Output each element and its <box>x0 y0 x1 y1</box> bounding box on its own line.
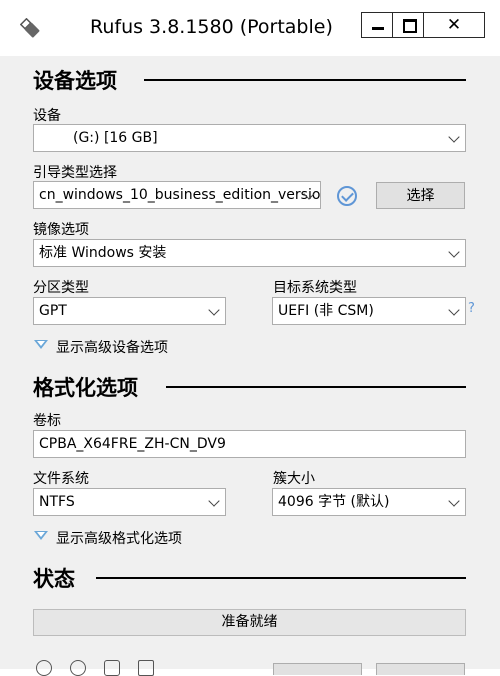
boot-type-value: cn_windows_10_business_edition_version <box>39 187 321 203</box>
log-icon[interactable] <box>138 660 154 676</box>
partition-scheme-dropdown[interactable]: GPT <box>33 297 226 325</box>
cluster-size-label: 簇大小 <box>273 471 315 487</box>
target-system-label: 目标系统类型 <box>273 280 357 296</box>
section-divider <box>144 79 466 81</box>
volume-label-value: CPBA_X64FRE_ZH-CN_DV9 <box>39 436 226 452</box>
cluster-size-dropdown[interactable]: 4096 字节 (默认) <box>272 488 466 516</box>
file-system-dropdown[interactable]: NTFS <box>33 488 226 516</box>
title-bar: Rufus 3.8.1580 (Portable) ✕ <box>0 0 500 56</box>
target-system-dropdown[interactable]: UEFI (非 CSM) <box>272 297 466 325</box>
close-button[interactable]: ✕ <box>423 12 485 38</box>
globe-icon[interactable] <box>36 660 52 676</box>
checksum-icon[interactable] <box>337 186 357 206</box>
expand-triangle-icon[interactable] <box>34 531 48 540</box>
boot-type-label: 引导类型选择 <box>33 165 117 181</box>
format-section-title: 格式化选项 <box>33 376 138 400</box>
chevron-down-icon <box>208 495 220 507</box>
close-app-button[interactable] <box>376 663 465 675</box>
device-dropdown[interactable]: (G:) [16 GB] <box>33 124 466 152</box>
cluster-size-value: 4096 字节 (默认) <box>278 494 390 510</box>
minimize-button[interactable] <box>361 12 393 38</box>
chevron-down-icon <box>448 131 460 143</box>
device-label: 设备 <box>33 108 61 124</box>
select-image-button[interactable]: 选择 <box>376 182 465 209</box>
chevron-down-icon <box>208 304 220 316</box>
file-system-value: NTFS <box>39 494 75 510</box>
rufus-window: Rufus 3.8.1580 (Portable) ✕ 设备选项 设备 (G:)… <box>0 0 500 676</box>
volume-label-label: 卷标 <box>33 413 61 429</box>
status-progress-bar: 准备就绪 <box>33 609 466 636</box>
window-title: Rufus 3.8.1580 (Portable) <box>90 16 333 38</box>
partition-scheme-value: GPT <box>39 303 67 319</box>
file-system-label: 文件系统 <box>33 471 89 487</box>
section-divider <box>96 577 466 579</box>
chevron-down-icon <box>448 304 460 316</box>
section-divider <box>166 386 466 388</box>
chevron-down-icon <box>448 495 460 507</box>
device-value: (G:) [16 GB] <box>73 130 158 146</box>
image-option-label: 镜像选项 <box>33 222 89 238</box>
usb-drive-icon <box>20 18 40 38</box>
settings-icon[interactable] <box>104 660 120 676</box>
image-option-dropdown[interactable]: 标准 Windows 安装 <box>33 239 466 267</box>
maximize-button[interactable] <box>392 12 424 38</box>
image-option-value: 标准 Windows 安装 <box>39 245 167 261</box>
status-section-title: 状态 <box>33 567 75 591</box>
advanced-format-toggle[interactable]: 显示高级格式化选项 <box>56 528 182 548</box>
info-icon[interactable] <box>70 660 86 676</box>
chevron-down-icon <box>448 246 460 258</box>
boot-type-dropdown[interactable]: cn_windows_10_business_edition_version <box>33 181 321 209</box>
start-button[interactable] <box>273 663 362 675</box>
volume-label-input[interactable]: CPBA_X64FRE_ZH-CN_DV9 <box>33 430 466 458</box>
target-system-value: UEFI (非 CSM) <box>278 303 374 319</box>
partition-scheme-label: 分区类型 <box>33 280 89 296</box>
expand-triangle-icon[interactable] <box>34 340 48 349</box>
close-icon: ✕ <box>446 15 462 35</box>
help-icon[interactable]: ? <box>468 301 475 316</box>
advanced-device-toggle[interactable]: 显示高级设备选项 <box>56 337 168 357</box>
device-section-title: 设备选项 <box>33 69 117 93</box>
